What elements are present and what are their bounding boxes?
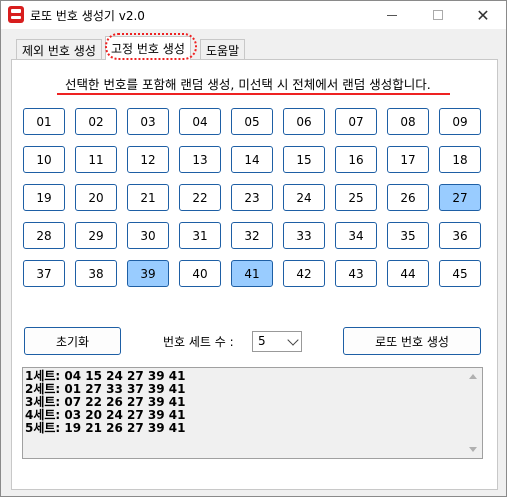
number-button-16[interactable]: 16 bbox=[335, 146, 377, 173]
number-button-29[interactable]: 29 bbox=[75, 222, 117, 249]
number-button-10[interactable]: 10 bbox=[23, 146, 65, 173]
chevron-down-icon bbox=[287, 334, 299, 346]
app-window: 로또 번호 생성기 v2.0 ✕ 제외 번호 생성 고정 번호 생성 도움말 선… bbox=[0, 0, 507, 497]
number-button-32[interactable]: 32 bbox=[231, 222, 273, 249]
close-button[interactable]: ✕ bbox=[460, 1, 506, 29]
set-count-value: 5 bbox=[258, 334, 266, 348]
number-button-33[interactable]: 33 bbox=[283, 222, 325, 249]
number-button-24[interactable]: 24 bbox=[283, 184, 325, 211]
results-lines: 1세트: 04 15 24 27 39 41 2세트: 01 27 33 37 3… bbox=[25, 370, 186, 435]
number-button-14[interactable]: 14 bbox=[231, 146, 273, 173]
window-title: 로또 번호 생성기 v2.0 bbox=[30, 9, 145, 23]
scroll-up-arrow-icon[interactable] bbox=[469, 374, 477, 379]
close-icon: ✕ bbox=[476, 5, 490, 25]
number-button-26[interactable]: 26 bbox=[387, 184, 429, 211]
number-button-43[interactable]: 43 bbox=[335, 260, 377, 287]
number-button-02[interactable]: 02 bbox=[75, 108, 117, 135]
tab-help[interactable]: 도움말 bbox=[200, 39, 246, 59]
reset-button[interactable]: 초기화 bbox=[24, 327, 121, 355]
number-button-27[interactable]: 27 bbox=[439, 184, 481, 211]
tab-exclude-numbers[interactable]: 제외 번호 생성 bbox=[16, 39, 102, 59]
number-button-18[interactable]: 18 bbox=[439, 146, 481, 173]
number-button-38[interactable]: 38 bbox=[75, 260, 117, 287]
number-button-37[interactable]: 37 bbox=[23, 260, 65, 287]
number-button-12[interactable]: 12 bbox=[127, 146, 169, 173]
number-button-42[interactable]: 42 bbox=[283, 260, 325, 287]
set-count-label: 번호 세트 수 : bbox=[163, 335, 234, 349]
number-button-22[interactable]: 22 bbox=[179, 184, 221, 211]
number-button-08[interactable]: 08 bbox=[387, 108, 429, 135]
number-button-30[interactable]: 30 bbox=[127, 222, 169, 249]
number-button-06[interactable]: 06 bbox=[283, 108, 325, 135]
scroll-down-arrow-icon[interactable] bbox=[469, 447, 477, 452]
number-button-21[interactable]: 21 bbox=[127, 184, 169, 211]
number-button-39[interactable]: 39 bbox=[127, 260, 169, 287]
number-button-35[interactable]: 35 bbox=[387, 222, 429, 249]
instruction-text: 선택한 번호를 포함해 랜덤 생성, 미선택 시 전체에서 랜덤 생성합니다. bbox=[65, 77, 431, 92]
title-bar[interactable]: 로또 번호 생성기 v2.0 ✕ bbox=[1, 1, 506, 29]
lotto-app-icon bbox=[8, 6, 24, 23]
number-button-09[interactable]: 09 bbox=[439, 108, 481, 135]
number-button-31[interactable]: 31 bbox=[179, 222, 221, 249]
number-button-19[interactable]: 19 bbox=[23, 184, 65, 211]
number-button-17[interactable]: 17 bbox=[387, 146, 429, 173]
number-button-20[interactable]: 20 bbox=[75, 184, 117, 211]
number-button-11[interactable]: 11 bbox=[75, 146, 117, 173]
set-count-select[interactable]: 5 bbox=[252, 331, 302, 352]
number-button-07[interactable]: 07 bbox=[335, 108, 377, 135]
number-button-28[interactable]: 28 bbox=[23, 222, 65, 249]
minimize-button[interactable] bbox=[369, 1, 415, 29]
number-button-13[interactable]: 13 bbox=[179, 146, 221, 173]
number-button-36[interactable]: 36 bbox=[439, 222, 481, 249]
generate-button[interactable]: 로또 번호 생성 bbox=[343, 327, 481, 355]
number-button-45[interactable]: 45 bbox=[439, 260, 481, 287]
number-button-44[interactable]: 44 bbox=[387, 260, 429, 287]
number-button-04[interactable]: 04 bbox=[179, 108, 221, 135]
number-button-03[interactable]: 03 bbox=[127, 108, 169, 135]
number-button-23[interactable]: 23 bbox=[231, 184, 273, 211]
minimize-icon bbox=[387, 14, 397, 16]
number-button-25[interactable]: 25 bbox=[335, 184, 377, 211]
number-button-41[interactable]: 41 bbox=[231, 260, 273, 287]
tab-fixed-numbers[interactable]: 고정 번호 생성 bbox=[105, 36, 191, 60]
maximize-button[interactable] bbox=[415, 1, 461, 29]
number-button-40[interactable]: 40 bbox=[179, 260, 221, 287]
number-button-34[interactable]: 34 bbox=[335, 222, 377, 249]
number-button-15[interactable]: 15 bbox=[283, 146, 325, 173]
results-textbox[interactable]: 1세트: 04 15 24 27 39 41 2세트: 01 27 33 37 3… bbox=[22, 367, 483, 459]
instruction-underline bbox=[57, 93, 450, 95]
number-button-01[interactable]: 01 bbox=[23, 108, 65, 135]
number-button-05[interactable]: 05 bbox=[231, 108, 273, 135]
results-scrollbar[interactable] bbox=[465, 368, 482, 458]
maximize-icon bbox=[433, 10, 443, 20]
result-line: 5세트: 19 21 26 27 39 41 bbox=[25, 421, 186, 435]
